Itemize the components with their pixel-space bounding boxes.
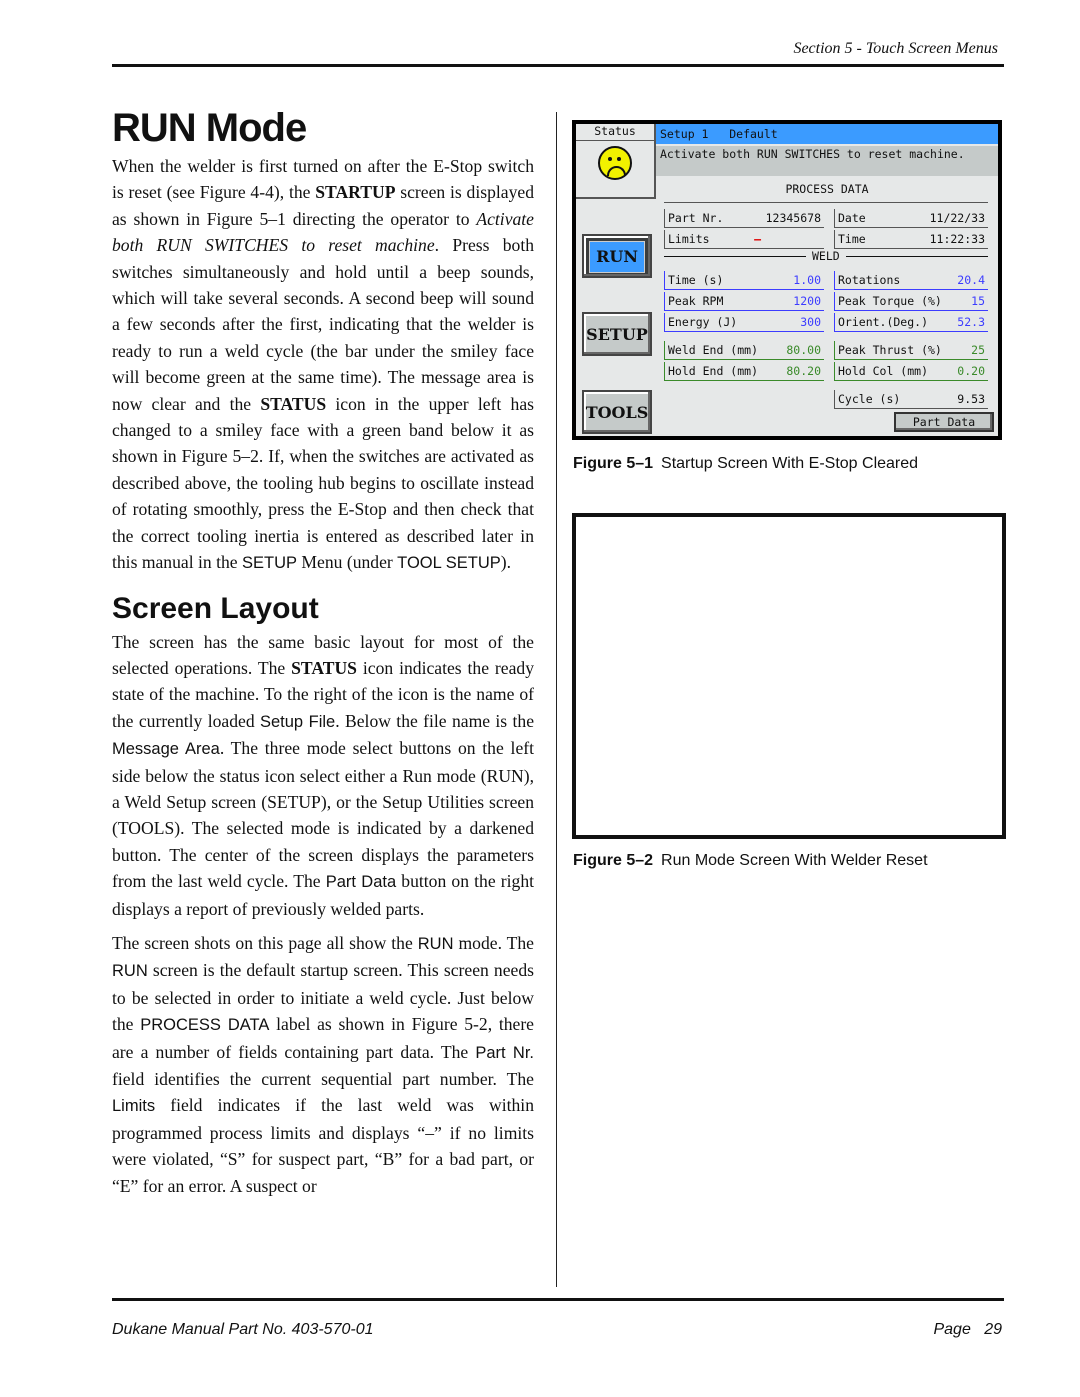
section-header: Section 5 - Touch Screen Menus <box>793 40 998 57</box>
paragraph-run-mode: When the welder is first turned on after… <box>112 156 535 573</box>
field-hold-end: Hold End (mm) 80.20 <box>664 362 824 381</box>
field-time-s: Time (s) 1.00 <box>664 271 824 290</box>
field-weld-end: Weld End (mm) 80.00 <box>664 341 824 360</box>
field-peak-thrust: Peak Thrust (%) 25 <box>834 341 988 360</box>
figure-caption-1: Figure 5–1 Startup Screen With E-Stop Cle… <box>573 455 919 472</box>
part-data-button[interactable]: Part Data <box>894 412 994 432</box>
tools-button[interactable]: TOOLS <box>582 390 652 434</box>
field-cycle: Cycle (s) 9.53 <box>834 390 988 409</box>
paragraph-screen-layout: The screen has the same basic layout for… <box>112 631 535 919</box>
paragraph-screen-shots: The screen shots on this page all show t… <box>112 932 534 1196</box>
field-rotations: Rotations 20.4 <box>834 271 988 290</box>
setup-file-name: Setup 1 Default <box>656 124 998 144</box>
message-area: Activate both RUN SWITCHES to reset mach… <box>656 146 998 176</box>
process-data-rule <box>664 202 988 203</box>
field-part-nr: Part Nr. 12345678 <box>664 209 824 228</box>
process-data-label: PROCESS DATA <box>785 182 869 196</box>
field-time: Time 11:22:33 <box>834 230 988 249</box>
header-rule <box>112 64 1004 67</box>
startup-screen-figure: Status Setup 1 Default Activate both RUN… <box>572 120 1002 440</box>
footer-manual-part: Dukane Manual Part No. 403-570-01 <box>112 1321 374 1338</box>
left-column: RUN Mode When the welder is first turned… <box>112 105 534 1207</box>
figure-caption-2: Figure 5–2 Run Mode Screen With Welder Re… <box>573 852 928 869</box>
field-hold-col: Hold Col (mm) 0.20 <box>834 362 988 381</box>
section-subtitle: Screen Layout <box>112 591 319 625</box>
field-limits: Limits – <box>664 230 824 249</box>
footer-rule <box>112 1298 1004 1301</box>
field-peak-rpm: Peak RPM 1200 <box>664 292 824 311</box>
page-title: RUN Mode <box>112 106 307 150</box>
frown-face-icon <box>598 146 632 180</box>
field-orient: Orient.(Deg.) 52.3 <box>834 313 988 332</box>
field-date: Date 11/22/33 <box>834 209 988 228</box>
run-button[interactable]: RUN <box>582 234 652 278</box>
column-divider <box>556 112 557 1287</box>
status-label: Status <box>576 124 654 141</box>
setup-button[interactable]: SETUP <box>582 312 652 356</box>
weld-label: WELD <box>806 249 846 263</box>
run-mode-screen-figure-placeholder <box>572 513 1006 839</box>
footer-page: Page 29 <box>933 1321 1002 1338</box>
status-panel: Status <box>576 124 656 199</box>
field-energy: Energy (J) 300 <box>664 313 824 332</box>
field-peak-torque: Peak Torque (%) 15 <box>834 292 988 311</box>
